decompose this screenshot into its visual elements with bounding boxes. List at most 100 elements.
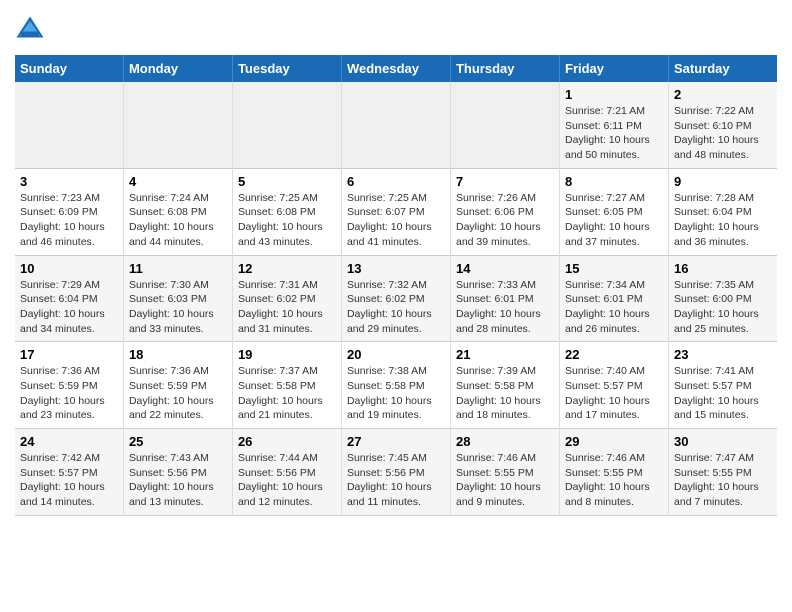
day-number: 14 (456, 261, 554, 276)
day-number: 24 (20, 434, 118, 449)
calendar-cell (232, 82, 341, 168)
day-info: Sunrise: 7:33 AMSunset: 6:01 PMDaylight:… (456, 279, 541, 335)
weekday-header-saturday: Saturday (669, 55, 777, 82)
day-info: Sunrise: 7:36 AMSunset: 5:59 PMDaylight:… (129, 365, 214, 421)
day-number: 8 (565, 174, 663, 189)
calendar-cell: 23Sunrise: 7:41 AMSunset: 5:57 PMDayligh… (669, 342, 777, 429)
day-info: Sunrise: 7:31 AMSunset: 6:02 PMDaylight:… (238, 279, 323, 335)
calendar-cell: 13Sunrise: 7:32 AMSunset: 6:02 PMDayligh… (341, 255, 450, 342)
day-info: Sunrise: 7:25 AMSunset: 6:08 PMDaylight:… (238, 192, 323, 248)
calendar-cell: 16 Sunrise: 7:35 AMSunset: 6:00 PMDayligh… (669, 255, 777, 342)
day-number: 12 (238, 261, 336, 276)
calendar-cell: 14 Sunrise: 7:33 AMSunset: 6:01 PMDayligh… (450, 255, 559, 342)
day-number: 2 (674, 87, 772, 102)
day-number: 30 (674, 434, 772, 449)
day-info: Sunrise: 7:40 AMSunset: 5:57 PMDaylight:… (565, 365, 650, 421)
day-info: Sunrise: 7:24 AMSunset: 6:08 PMDaylight:… (129, 192, 214, 248)
day-info: Sunrise: 7:43 AMSunset: 5:56 PMDaylight:… (129, 452, 214, 508)
calendar-week-row: 24 Sunrise: 7:42 AMSunset: 5:57 PMDayligh… (15, 429, 777, 516)
day-info: Sunrise: 7:46 AMSunset: 5:55 PMDaylight:… (565, 452, 650, 508)
weekday-header-monday: Monday (123, 55, 232, 82)
calendar-cell: 10 Sunrise: 7:29 AMSunset: 6:04 PMDayligh… (15, 255, 123, 342)
day-info: Sunrise: 7:23 AMSunset: 6:09 PMDaylight:… (20, 192, 105, 248)
day-info: Sunrise: 7:26 AMSunset: 6:06 PMDaylight:… (456, 192, 541, 248)
day-info: Sunrise: 7:37 AMSunset: 5:58 PMDaylight:… (238, 365, 323, 421)
day-info: Sunrise: 7:46 AMSunset: 5:55 PMDaylight:… (456, 452, 541, 508)
calendar-cell: 26Sunrise: 7:44 AMSunset: 5:56 PMDayligh… (232, 429, 341, 516)
day-info: Sunrise: 7:34 AMSunset: 6:01 PMDaylight:… (565, 279, 650, 335)
calendar-table: SundayMondayTuesdayWednesdayThursdayFrid… (15, 55, 777, 516)
day-number: 7 (456, 174, 554, 189)
day-info: Sunrise: 7:28 AMSunset: 6:04 PMDaylight:… (674, 192, 759, 248)
day-number: 5 (238, 174, 336, 189)
day-number: 9 (674, 174, 772, 189)
calendar-header: SundayMondayTuesdayWednesdayThursdayFrid… (15, 55, 777, 82)
day-number: 18 (129, 347, 227, 362)
calendar-week-row: 1Sunrise: 7:21 AMSunset: 6:11 PMDaylight… (15, 82, 777, 168)
day-info: Sunrise: 7:35 AMSunset: 6:00 PMDaylight:… (674, 279, 759, 335)
calendar-cell: 8Sunrise: 7:27 AMSunset: 6:05 PMDaylight… (560, 168, 669, 255)
calendar-week-row: 10 Sunrise: 7:29 AMSunset: 6:04 PMDayligh… (15, 255, 777, 342)
day-info: Sunrise: 7:45 AMSunset: 5:56 PMDaylight:… (347, 452, 432, 508)
calendar-cell: 3 Sunrise: 7:23 AMSunset: 6:09 PMDaylight… (15, 168, 123, 255)
calendar-cell: 7 Sunrise: 7:26 AMSunset: 6:06 PMDaylight… (450, 168, 559, 255)
day-number: 10 (20, 261, 118, 276)
day-info: Sunrise: 7:32 AMSunset: 6:02 PMDaylight:… (347, 279, 432, 335)
day-info: Sunrise: 7:21 AMSunset: 6:11 PMDaylight:… (565, 105, 650, 161)
day-number: 22 (565, 347, 663, 362)
day-number: 16 (674, 261, 772, 276)
day-info: Sunrise: 7:38 AMSunset: 5:58 PMDaylight:… (347, 365, 432, 421)
calendar-cell: 29 Sunrise: 7:46 AMSunset: 5:55 PMDayligh… (560, 429, 669, 516)
calendar-cell: 1Sunrise: 7:21 AMSunset: 6:11 PMDaylight… (560, 82, 669, 168)
day-number: 28 (456, 434, 554, 449)
day-number: 25 (129, 434, 227, 449)
day-info: Sunrise: 7:22 AMSunset: 6:10 PMDaylight:… (674, 105, 759, 161)
day-info: Sunrise: 7:44 AMSunset: 5:56 PMDaylight:… (238, 452, 323, 508)
day-number: 11 (129, 261, 227, 276)
calendar-cell: 11 Sunrise: 7:30 AMSunset: 6:03 PMDayligh… (123, 255, 232, 342)
day-number: 6 (347, 174, 445, 189)
day-number: 27 (347, 434, 445, 449)
day-info: Sunrise: 7:42 AMSunset: 5:57 PMDaylight:… (20, 452, 105, 508)
day-number: 3 (20, 174, 118, 189)
day-number: 15 (565, 261, 663, 276)
day-number: 21 (456, 347, 554, 362)
header (15, 10, 777, 45)
day-number: 17 (20, 347, 118, 362)
page-container: SundayMondayTuesdayWednesdayThursdayFrid… (0, 0, 792, 526)
calendar-cell: 22 Sunrise: 7:40 AMSunset: 5:57 PMDayligh… (560, 342, 669, 429)
day-number: 4 (129, 174, 227, 189)
calendar-cell: 30 Sunrise: 7:47 AMSunset: 5:55 PMDayligh… (669, 429, 777, 516)
weekday-header-thursday: Thursday (450, 55, 559, 82)
calendar-cell: 17Sunrise: 7:36 AMSunset: 5:59 PMDayligh… (15, 342, 123, 429)
calendar-cell: 6Sunrise: 7:25 AMSunset: 6:07 PMDaylight… (341, 168, 450, 255)
calendar-cell (450, 82, 559, 168)
calendar-cell: 27 Sunrise: 7:45 AMSunset: 5:56 PMDayligh… (341, 429, 450, 516)
calendar-cell: 25 Sunrise: 7:43 AMSunset: 5:56 PMDayligh… (123, 429, 232, 516)
weekday-header-friday: Friday (560, 55, 669, 82)
calendar-cell: 24 Sunrise: 7:42 AMSunset: 5:57 PMDayligh… (15, 429, 123, 516)
calendar-cell: 21 Sunrise: 7:39 AMSunset: 5:58 PMDayligh… (450, 342, 559, 429)
calendar-cell: 12 Sunrise: 7:31 AMSunset: 6:02 PMDayligh… (232, 255, 341, 342)
calendar-cell (341, 82, 450, 168)
day-number: 29 (565, 434, 663, 449)
calendar-cell: 18 Sunrise: 7:36 AMSunset: 5:59 PMDayligh… (123, 342, 232, 429)
calendar-cell: 2 Sunrise: 7:22 AMSunset: 6:10 PMDaylight… (669, 82, 777, 168)
weekday-header-sunday: Sunday (15, 55, 123, 82)
weekday-header-tuesday: Tuesday (232, 55, 341, 82)
weekday-header-wednesday: Wednesday (341, 55, 450, 82)
calendar-cell: 28 Sunrise: 7:46 AMSunset: 5:55 PMDayligh… (450, 429, 559, 516)
calendar-cell: 4 Sunrise: 7:24 AMSunset: 6:08 PMDaylight… (123, 168, 232, 255)
logo-icon (15, 15, 45, 45)
day-info: Sunrise: 7:30 AMSunset: 6:03 PMDaylight:… (129, 279, 214, 335)
day-info: Sunrise: 7:39 AMSunset: 5:58 PMDaylight:… (456, 365, 541, 421)
calendar-cell: 9 Sunrise: 7:28 AMSunset: 6:04 PMDaylight… (669, 168, 777, 255)
calendar-cell (15, 82, 123, 168)
day-number: 20 (347, 347, 445, 362)
weekday-header-row: SundayMondayTuesdayWednesdayThursdayFrid… (15, 55, 777, 82)
calendar-week-row: 17 Sunrise: 7:36 AMSunset: 5:59 PMDayligh… (15, 342, 777, 429)
day-number: 19 (238, 347, 336, 362)
calendar-cell: 20 Sunrise: 7:38 AMSunset: 5:58 PMDayligh… (341, 342, 450, 429)
day-info: Sunrise: 7:29 AMSunset: 6:04 PMDaylight:… (20, 279, 105, 335)
day-info: Sunrise: 7:47 AMSunset: 5:55 PMDaylight:… (674, 452, 759, 508)
